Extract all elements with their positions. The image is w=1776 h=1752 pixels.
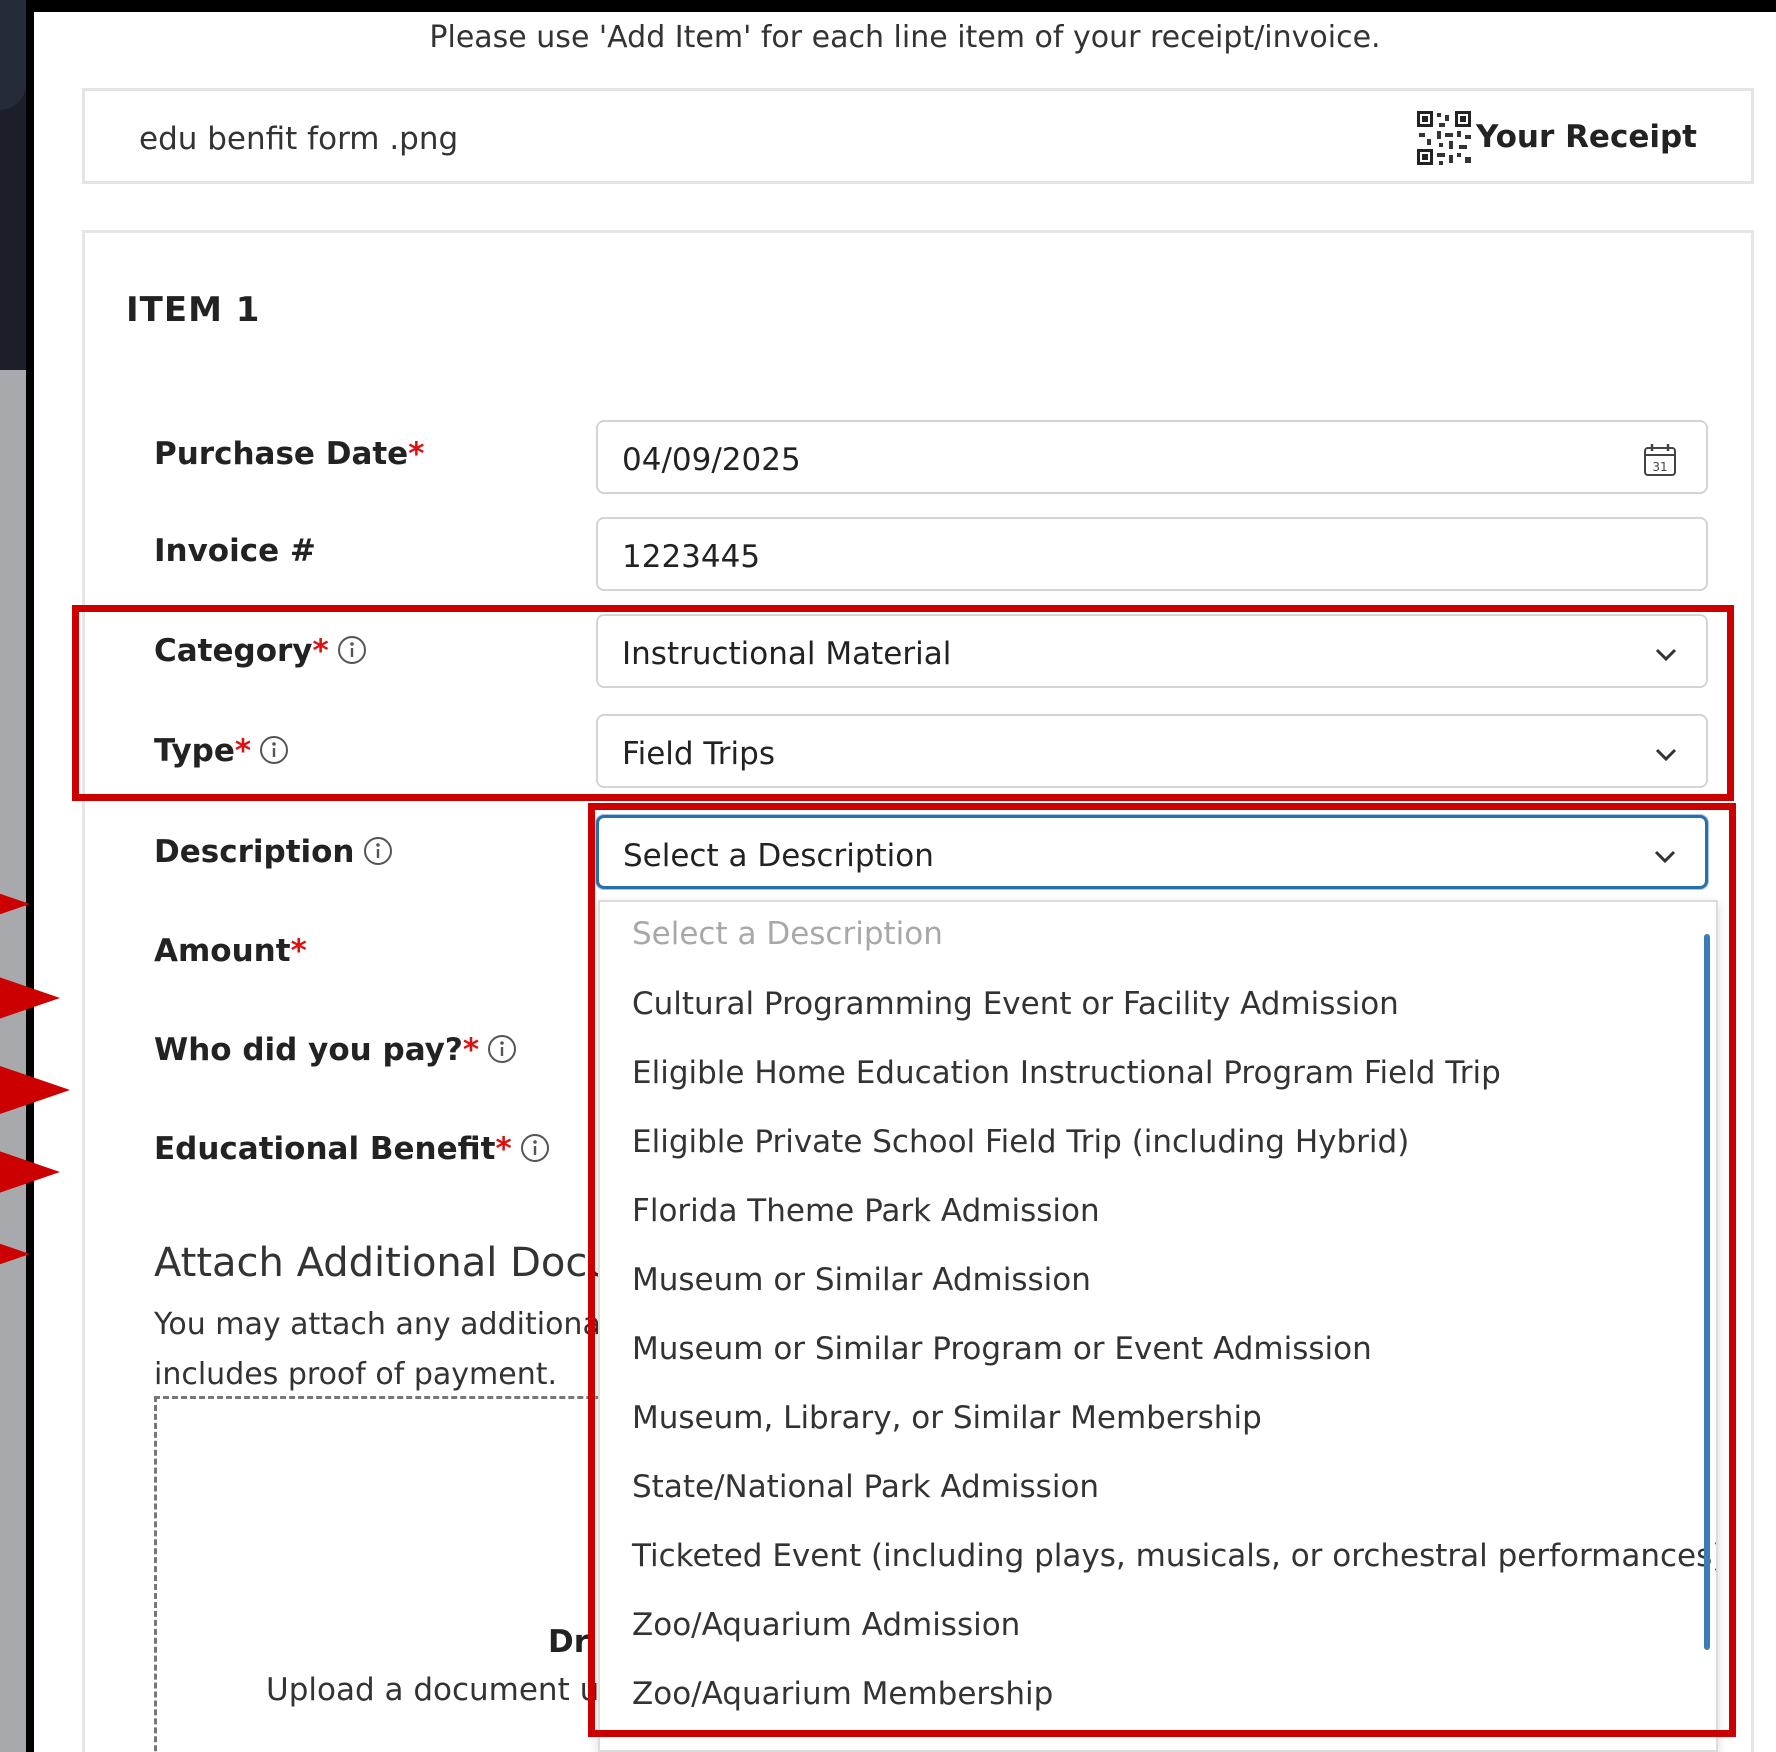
- calendar-icon[interactable]: 31: [1642, 442, 1678, 478]
- info-icon[interactable]: [520, 1133, 550, 1163]
- annotation-arrow: [0, 880, 30, 928]
- educational-benefit-label: Educational Benefit*: [154, 1131, 550, 1167]
- instruction-text: Please use 'Add Item' for each line item…: [429, 20, 1381, 55]
- highlight-box-category-type: [72, 605, 1734, 801]
- left-grey-panel: [0, 370, 26, 1752]
- annotation-arrow: [0, 1230, 30, 1278]
- annotation-arrow: [0, 1066, 70, 1114]
- item-title: ITEM 1: [126, 290, 261, 330]
- required-marker: *: [290, 933, 307, 969]
- required-marker: *: [408, 436, 425, 472]
- annotation-arrow: [0, 974, 60, 1022]
- required-marker: *: [462, 1032, 480, 1068]
- left-panel-corner: [0, 0, 26, 110]
- frame-border-left: [26, 0, 34, 1752]
- calendar-day: 31: [1652, 460, 1667, 474]
- purchase-date-label: Purchase Date*: [154, 436, 425, 472]
- purchase-date-field[interactable]: 04/09/2025 31: [596, 420, 1708, 494]
- description-label: Description: [154, 834, 393, 870]
- invoice-value: 1223445: [622, 539, 761, 575]
- who-paid-label: Who did you pay?*: [154, 1032, 517, 1068]
- frame-border-top: [26, 0, 1776, 12]
- annotation-arrow: [0, 1148, 60, 1196]
- purchase-date-value: 04/09/2025: [622, 442, 801, 478]
- dropzone-title: Dr: [548, 1624, 590, 1660]
- receipt-bar: edu benfit form .png Your Receipt: [82, 88, 1754, 184]
- info-icon[interactable]: [487, 1034, 517, 1064]
- required-marker: *: [495, 1131, 512, 1167]
- highlight-box-description-dropdown: [588, 803, 1736, 1737]
- amount-label: Amount*: [154, 933, 307, 969]
- qr-code-icon[interactable]: [1415, 109, 1473, 167]
- your-receipt-link[interactable]: Your Receipt: [1476, 119, 1697, 155]
- invoice-field[interactable]: 1223445: [596, 517, 1708, 591]
- file-name: edu benfit form .png: [139, 121, 459, 157]
- invoice-label: Invoice #: [154, 533, 316, 569]
- attach-documents-description: You may attach any additiona includes pr…: [154, 1307, 601, 1392]
- dropzone-text: Upload a document u: [266, 1672, 600, 1708]
- info-icon[interactable]: [363, 836, 393, 866]
- attach-documents-heading: Attach Additional Docu: [154, 1240, 613, 1286]
